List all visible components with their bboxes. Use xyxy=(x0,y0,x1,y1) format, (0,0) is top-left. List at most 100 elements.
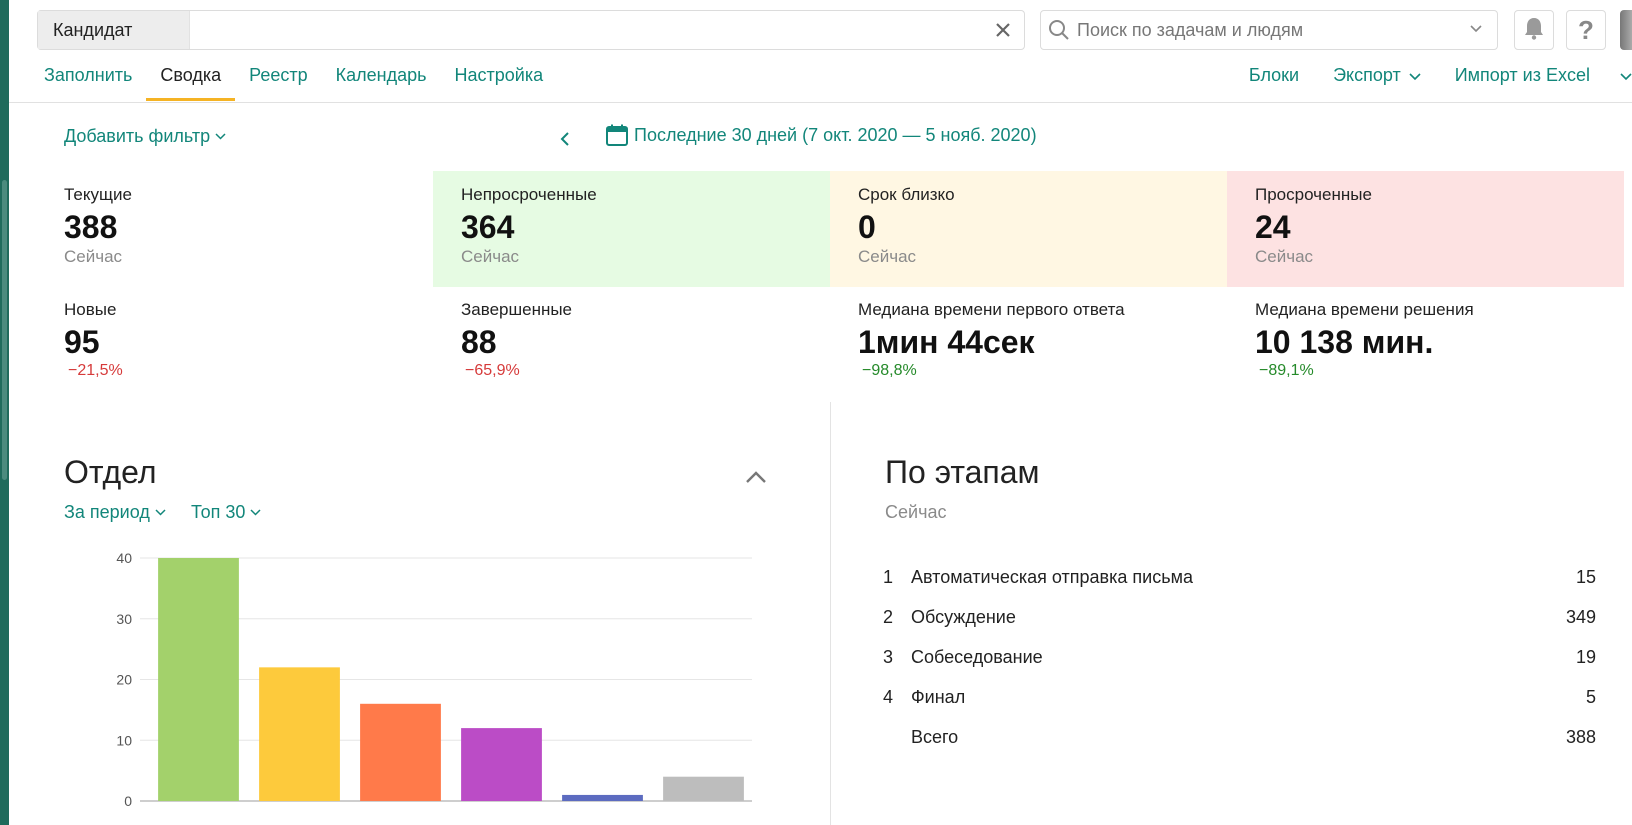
stat-overdue[interactable]: Просроченные 24 Сейчас xyxy=(1227,171,1624,287)
nav-divider xyxy=(9,102,1632,103)
chart-bar[interactable] xyxy=(360,703,441,801)
stat-due-soon[interactable]: Срок близко 0 Сейчас xyxy=(830,171,1227,287)
notifications-button[interactable] xyxy=(1514,10,1554,50)
period-filter[interactable]: За период xyxy=(64,502,166,523)
stat-new[interactable]: Новые 95 −21,5% xyxy=(36,286,433,402)
tab-summary[interactable]: Сводка xyxy=(146,58,235,102)
help-icon: ? xyxy=(1578,14,1594,45)
calendar-icon xyxy=(606,124,628,146)
stage-name: Собеседование xyxy=(911,647,1043,667)
stat-value: 388 xyxy=(64,209,118,245)
stage-row[interactable]: 3 Собеседование 19 xyxy=(883,647,1596,677)
help-button[interactable]: ? xyxy=(1566,10,1606,50)
stat-value: 1мин 44сек xyxy=(858,324,1035,360)
stat-value: 0 xyxy=(858,209,876,245)
collapse-button[interactable] xyxy=(742,464,770,492)
stage-row[interactable]: 2 Обсуждение 349 xyxy=(883,607,1596,637)
y-tick-label: 0 xyxy=(124,793,132,809)
import-label: Импорт из Excel xyxy=(1454,65,1590,85)
stage-number: 1 xyxy=(883,567,894,587)
chart-bar[interactable] xyxy=(663,776,744,801)
period-label: Последние 30 дней (7 окт. 2020 — 5 нояб.… xyxy=(634,124,1037,145)
stat-not-overdue[interactable]: Непросроченные 364 Сейчас xyxy=(433,171,830,287)
stat-label: Завершенные xyxy=(461,300,573,319)
stat-value: 88 xyxy=(461,324,497,360)
stage-total-row: Всего 388 xyxy=(883,727,1596,757)
stat-delta: −98,8% xyxy=(862,362,917,379)
stage-count: 19 xyxy=(1575,647,1596,667)
y-tick-label: 20 xyxy=(116,672,132,688)
stat-current[interactable]: Текущие 388 Сейчас xyxy=(36,171,433,287)
y-tick-label: 10 xyxy=(116,732,132,748)
search-input[interactable] xyxy=(1077,19,1457,41)
stage-count: 349 xyxy=(1565,607,1596,627)
tab-calendar[interactable]: Календарь xyxy=(322,58,441,102)
stage-count: 5 xyxy=(1585,687,1596,707)
blocks-link[interactable]: Блоки xyxy=(1249,58,1299,102)
chevron-down-icon xyxy=(155,509,166,516)
stat-label: Просроченные xyxy=(1255,185,1372,204)
chevron-down-icon[interactable] xyxy=(1469,21,1483,40)
stat-value: 10 138 мин. xyxy=(1255,324,1434,360)
top-filter[interactable]: Топ 30 xyxy=(191,502,261,523)
add-filter-button[interactable]: Добавить фильтр xyxy=(64,126,226,147)
stat-label: Медиана времени решения xyxy=(1255,300,1474,319)
stages-subtitle: Сейчас xyxy=(885,502,947,522)
chevron-up-icon xyxy=(746,471,766,483)
stat-delta: −89,1% xyxy=(1259,362,1314,379)
stat-sub: Сейчас xyxy=(858,247,917,266)
stage-number: 3 xyxy=(883,647,894,667)
stat-completed[interactable]: Завершенные 88 −65,9% xyxy=(433,286,830,402)
stat-delta: −21,5% xyxy=(68,362,123,379)
chart-bar[interactable] xyxy=(158,558,239,801)
stat-value: 364 xyxy=(461,209,515,245)
stage-name: Обсуждение xyxy=(911,607,1016,627)
tab-registry[interactable]: Реестр xyxy=(235,58,322,102)
left-sidebar-strip xyxy=(0,0,9,825)
blocks-label: Блоки xyxy=(1248,65,1300,85)
export-label: Экспорт xyxy=(1333,65,1401,85)
stage-row[interactable]: 1 Автоматическая отправка письма 15 xyxy=(883,567,1596,597)
chart-bar[interactable] xyxy=(259,667,340,801)
avatar[interactable] xyxy=(1620,10,1632,50)
chevron-down-icon xyxy=(215,133,226,140)
context-field[interactable]: Кандидат xyxy=(37,10,1025,50)
stat-sub: Сейчас xyxy=(461,247,520,266)
chevron-down-icon xyxy=(1620,73,1632,81)
stat-value: 24 xyxy=(1255,209,1291,245)
nav-actions: Блоки Экспорт Импорт из Excel xyxy=(1215,58,1632,102)
y-tick-label: 40 xyxy=(116,550,132,566)
candidate-chip[interactable]: Кандидат xyxy=(38,11,190,49)
stat-resolution[interactable]: Медиана времени решения 10 138 мин. −89,… xyxy=(1227,286,1624,402)
scroll-handle[interactable] xyxy=(2,180,7,480)
period-filter-label: За период xyxy=(64,502,150,522)
stat-first-response[interactable]: Медиана времени первого ответа 1мин 44се… xyxy=(830,286,1227,402)
search-field[interactable] xyxy=(1040,10,1498,50)
period-selector[interactable]: Последние 30 дней (7 окт. 2020 — 5 нояб.… xyxy=(606,124,1037,146)
tab-settings[interactable]: Настройка xyxy=(441,58,558,102)
department-bar-chart: 0 10 20 30 40 xyxy=(116,550,752,809)
stage-name: Всего xyxy=(911,727,959,747)
stages-title: По этапам xyxy=(885,454,1040,490)
export-menu[interactable]: Экспорт xyxy=(1333,58,1421,102)
bell-icon xyxy=(1523,16,1545,45)
y-tick-label: 30 xyxy=(116,611,132,627)
stat-delta: −65,9% xyxy=(465,362,520,379)
add-filter-label: Добавить фильтр xyxy=(64,126,211,146)
stage-number: 2 xyxy=(883,607,894,627)
stage-row[interactable]: 4 Финал 5 xyxy=(883,687,1596,717)
stat-label: Медиана времени первого ответа xyxy=(858,300,1125,319)
department-title: Отдел xyxy=(64,454,157,490)
chart-bar[interactable] xyxy=(562,794,643,801)
search-icon xyxy=(1041,19,1077,41)
tab-fill[interactable]: Заполнить xyxy=(30,58,146,102)
chevron-down-icon xyxy=(250,509,261,516)
stage-number: 4 xyxy=(883,687,894,707)
stat-value: 95 xyxy=(64,324,100,360)
chart-bar[interactable] xyxy=(461,728,542,801)
stage-name: Автоматическая отправка письма xyxy=(911,567,1193,587)
import-excel-link[interactable]: Импорт из Excel xyxy=(1455,58,1632,102)
previous-period-button[interactable] xyxy=(555,127,575,151)
clear-icon[interactable] xyxy=(990,17,1016,43)
chevron-left-icon xyxy=(560,132,569,146)
